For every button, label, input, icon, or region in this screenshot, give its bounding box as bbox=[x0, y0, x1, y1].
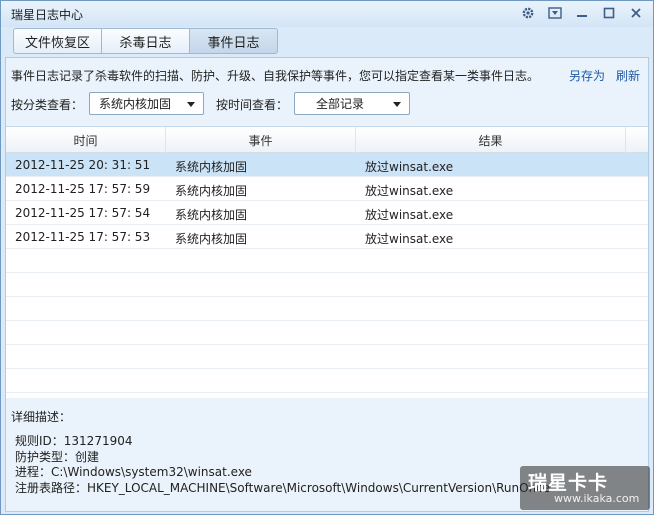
empty-row bbox=[6, 345, 648, 369]
table-row[interactable]: 2012-11-25 17: 57: 53 系统内核加固 放过winsat.ex… bbox=[6, 225, 648, 249]
minimize-icon[interactable] bbox=[571, 4, 593, 22]
column-header-result[interactable]: 结果 bbox=[356, 127, 626, 153]
cell-time: 2012-11-25 17: 57: 54 bbox=[15, 206, 151, 220]
detail-title: 详细描述： bbox=[11, 410, 72, 424]
tab-event-log[interactable]: 事件日志 bbox=[189, 28, 278, 54]
window-title: 瑞星日志中心 bbox=[11, 8, 84, 22]
cell-event: 系统内核加固 bbox=[175, 208, 248, 222]
empty-row bbox=[6, 297, 648, 321]
maximize-icon[interactable] bbox=[598, 4, 620, 22]
tab-file-recovery[interactable]: 文件恢复区 bbox=[13, 28, 102, 54]
cell-result: 放过winsat.exe bbox=[365, 232, 454, 246]
info-text: 事件日志记录了杀毒软件的扫描、防护、升级、自我保护等事件，您可以指定查看某一类事… bbox=[11, 69, 540, 83]
time-select[interactable]: 全部记录 bbox=[294, 92, 410, 115]
cell-time: 2012-11-25 17: 57: 59 bbox=[15, 182, 151, 196]
tab-virus-log[interactable]: 杀毒日志 bbox=[101, 28, 190, 54]
title-bar[interactable]: 瑞星日志中心 bbox=[1, 1, 653, 27]
chevron-down-icon bbox=[187, 102, 195, 107]
empty-row bbox=[6, 273, 648, 297]
ikaka-watermark: 瑞星卡卡 www.ikaka.com bbox=[520, 466, 650, 510]
time-select-value: 全部记录 bbox=[316, 97, 365, 111]
column-header-time[interactable]: 时间 bbox=[6, 127, 166, 153]
category-filter-label: 按分类查看： bbox=[11, 98, 84, 112]
time-filter-label: 按时间查看： bbox=[216, 98, 289, 112]
empty-row bbox=[6, 369, 648, 393]
gear-icon[interactable] bbox=[517, 4, 539, 22]
log-center-window: 瑞星日志中心 文件恢复区 杀毒日志 事件日志 事件日志记录了杀毒软件的扫描、防护… bbox=[0, 0, 654, 515]
event-log-panel: 事件日志记录了杀毒软件的扫描、防护、升级、自我保护等事件，您可以指定查看某一类事… bbox=[5, 57, 649, 512]
cell-event: 系统内核加固 bbox=[175, 184, 248, 198]
cell-event: 系统内核加固 bbox=[175, 232, 248, 246]
watermark-logo: 瑞星卡卡 bbox=[528, 472, 609, 494]
menu-icon[interactable] bbox=[544, 4, 566, 22]
detail-process: 进程：C:\Windows\system32\winsat.exe bbox=[15, 465, 252, 479]
cell-result: 放过winsat.exe bbox=[365, 184, 454, 198]
event-table[interactable]: 时间 事件 结果 2012-11-25 20: 31: 51 系统内核加固 放过… bbox=[6, 126, 648, 398]
column-header-event[interactable]: 事件 bbox=[166, 127, 356, 153]
cell-result: 放过winsat.exe bbox=[365, 208, 454, 222]
chevron-down-icon bbox=[393, 102, 401, 107]
watermark-url: www.ikaka.com bbox=[554, 492, 640, 505]
close-icon[interactable] bbox=[625, 4, 647, 22]
title-buttons bbox=[517, 4, 647, 22]
table-row[interactable]: 2012-11-25 17: 57: 54 系统内核加固 放过winsat.ex… bbox=[6, 201, 648, 225]
table-row[interactable]: 2012-11-25 20: 31: 51 系统内核加固 放过winsat.ex… bbox=[6, 153, 648, 177]
table-header: 时间 事件 结果 bbox=[6, 127, 648, 153]
save-as-link[interactable]: 另存为 bbox=[569, 67, 605, 84]
table-row[interactable]: 2012-11-25 17: 57: 59 系统内核加固 放过winsat.ex… bbox=[6, 177, 648, 201]
detail-registry-path: 注册表路径：HKEY_LOCAL_MACHINE\Software\Micros… bbox=[15, 481, 551, 495]
empty-row bbox=[6, 249, 648, 273]
tab-bar: 文件恢复区 杀毒日志 事件日志 bbox=[13, 28, 278, 54]
refresh-link[interactable]: 刷新 bbox=[616, 67, 640, 84]
cell-time: 2012-11-25 17: 57: 53 bbox=[15, 230, 151, 244]
cell-time: 2012-11-25 20: 31: 51 bbox=[15, 158, 151, 172]
cell-result: 放过winsat.exe bbox=[365, 160, 454, 174]
empty-row bbox=[6, 321, 648, 345]
detail-rule-id: 规则ID：131271904 bbox=[15, 434, 133, 448]
cell-event: 系统内核加固 bbox=[175, 160, 248, 174]
category-select[interactable]: 系统内核加固 bbox=[89, 92, 204, 115]
category-select-value: 系统内核加固 bbox=[99, 97, 172, 111]
